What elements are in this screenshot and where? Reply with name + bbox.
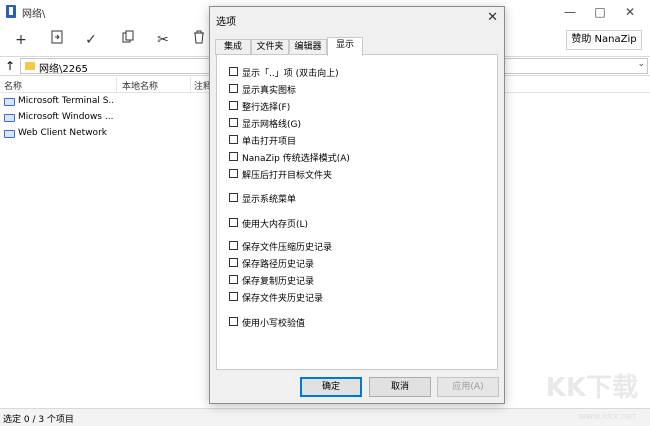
checkbox[interactable]: [229, 135, 238, 144]
delete-icon[interactable]: [188, 29, 210, 51]
option-label: 使用大内存页(L): [242, 220, 309, 230]
checkbox[interactable]: [229, 84, 238, 93]
list-item-label: Microsoft Terminal S...: [18, 96, 115, 106]
minimize-button[interactable]: —: [555, 2, 585, 22]
column-header-name[interactable]: 名称: [4, 79, 22, 92]
option-label: NanaZip 传统选择模式(A): [242, 154, 350, 164]
list-item-label: Web Client Network: [18, 128, 107, 138]
tab-editor[interactable]: 编辑器: [289, 39, 327, 55]
nanazip-app-icon: [6, 5, 16, 18]
tab-display[interactable]: 显示: [327, 37, 363, 56]
checkbox[interactable]: [229, 169, 238, 178]
checkbox[interactable]: [229, 258, 238, 267]
address-path: 网络\2265: [39, 64, 88, 75]
network-icon: [4, 98, 15, 106]
column-header-local-name[interactable]: 本地名称: [122, 79, 158, 92]
close-window-button[interactable]: ✕: [615, 2, 645, 22]
cancel-button[interactable]: 取消: [369, 377, 431, 397]
checkbox[interactable]: [229, 101, 238, 110]
checkbox[interactable]: [229, 118, 238, 127]
network-icon: [4, 114, 15, 122]
copy-icon[interactable]: [117, 29, 139, 51]
move-icon[interactable]: ✂: [152, 29, 174, 51]
list-item[interactable]: Web Client Network: [0, 126, 115, 142]
list-item[interactable]: Microsoft Windows ...: [0, 110, 115, 126]
option-label: 保存路径历史记录: [242, 260, 315, 270]
checkbox[interactable]: [229, 67, 238, 76]
checkbox[interactable]: [229, 292, 238, 301]
display-settings-panel: 显示「..」项 (双击向上) 显示真实图标 整行选择(F) 显示网格线(G) 单…: [216, 54, 498, 370]
chevron-down-icon[interactable]: ⌄: [637, 59, 645, 69]
option-label: 使用小写校验值: [242, 319, 306, 329]
dialog-title: 选项: [216, 17, 236, 28]
network-icon: [4, 130, 15, 138]
status-text: 选定 0 / 3 个项目: [3, 415, 74, 425]
column-divider[interactable]: [116, 77, 117, 93]
column-divider[interactable]: [190, 77, 191, 93]
add-icon[interactable]: +: [10, 29, 32, 51]
checkbox[interactable]: [229, 193, 238, 202]
ok-button[interactable]: 确定: [300, 377, 362, 397]
option-label: 解压后打开目标文件夹: [242, 171, 333, 181]
watermark-logo: KK下载: [545, 373, 638, 403]
option-label: 单击打开项目: [242, 137, 297, 147]
tab-folders[interactable]: 文件夹: [251, 39, 289, 55]
option-label: 显示真实图标: [242, 86, 297, 96]
window-title: 网络\: [22, 9, 46, 20]
tab-integration[interactable]: 集成: [215, 39, 251, 55]
checkbox[interactable]: [229, 152, 238, 161]
option-label: 显示网格线(G): [242, 120, 301, 130]
up-arrow-icon[interactable]: ↑: [2, 58, 18, 74]
list-item-label: Microsoft Windows ...: [18, 112, 114, 122]
checkbox[interactable]: [229, 218, 238, 227]
test-icon[interactable]: ✓: [80, 29, 102, 51]
option-label: 显示系统菜单: [242, 195, 297, 205]
option-label: 保存文件压缩历史记录: [242, 243, 333, 253]
option-label: 保存复制历史记录: [242, 277, 315, 287]
apply-button[interactable]: 应用(A): [437, 377, 499, 397]
list-item[interactable]: Microsoft Terminal S...: [0, 94, 115, 110]
close-icon[interactable]: ✕: [487, 10, 498, 25]
options-dialog: 选项 ✕ 集成 文件夹 编辑器 显示 显示「..」项 (双击向上) 显示真实图标…: [209, 6, 505, 404]
option-label: 保存文件夹历史记录: [242, 294, 324, 304]
maximize-button[interactable]: □: [585, 2, 615, 22]
option-label: 显示「..」项 (双击向上): [242, 69, 339, 79]
extract-icon[interactable]: [46, 29, 68, 51]
option-label: 整行选择(F): [242, 103, 291, 113]
donate-button[interactable]: 赞助 NanaZip: [566, 30, 642, 50]
folder-icon: [25, 62, 35, 70]
checkbox[interactable]: [229, 275, 238, 284]
checkbox[interactable]: [229, 241, 238, 250]
status-bar: 选定 0 / 3 个项目: [0, 408, 650, 426]
watermark-url: www.kkx.net: [578, 412, 637, 422]
checkbox[interactable]: [229, 317, 238, 326]
